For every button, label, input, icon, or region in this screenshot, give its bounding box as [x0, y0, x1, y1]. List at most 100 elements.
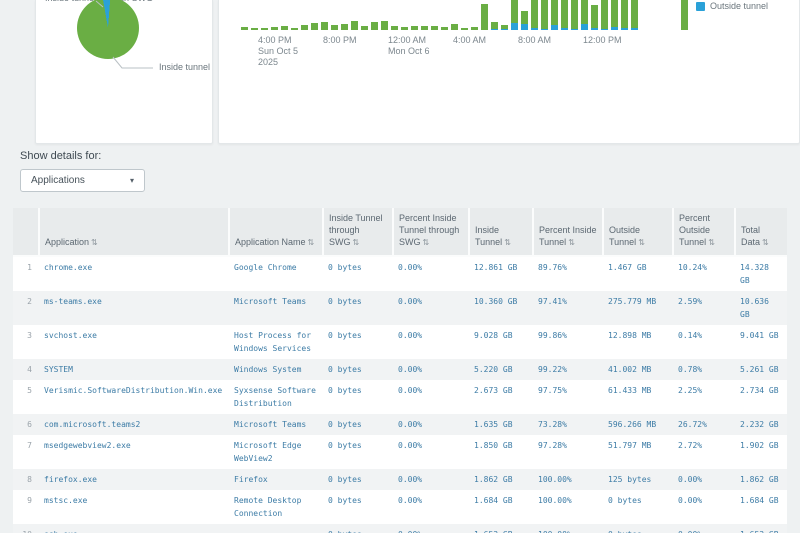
cell-total-data: 14.328 GB: [735, 256, 787, 291]
cell-inside-tunnel-through-swg: 0 bytes: [323, 524, 393, 533]
tunnel-pie-chart: [77, 0, 139, 59]
bar-segment-inside-tunnel: [531, 0, 538, 28]
bar-segment-outside-tunnel: [621, 28, 628, 30]
column-header-total-data[interactable]: Total Data ⇅: [735, 208, 787, 257]
bar-segment-outside-tunnel: [511, 23, 518, 30]
sort-icon: ⇅: [91, 238, 98, 247]
x-axis-tick-label: 4:00 AM: [453, 35, 487, 45]
bar-segment-inside-tunnel: [371, 22, 378, 30]
legend-label: Outside tunnel: [710, 1, 769, 11]
bar-segment-outside-tunnel: [601, 29, 608, 30]
bar-segment-inside-tunnel: [551, 0, 558, 25]
sort-icon: ⇅: [638, 238, 645, 247]
bar-segment-inside-tunnel: [331, 25, 338, 30]
cell-application-name: Microsoft Teams: [229, 291, 323, 325]
sort-icon: ⇅: [708, 238, 715, 247]
dashboard-page: Inside tunnel through SWG Inside tunnel …: [0, 0, 800, 533]
table-row: 6 com.microsoft.teams2 Microsoft Teams 0 by…: [13, 414, 787, 435]
sort-icon: ⇅: [504, 238, 511, 247]
pie-label-inside-tunnel: Inside tunnel: [159, 62, 211, 72]
cell-percent-inside-tunnel-through-swg: 0.00%: [393, 524, 469, 533]
bar-segment-inside-tunnel: [351, 21, 358, 30]
cell-inside-tunnel: 12.861 GB: [469, 256, 533, 291]
bar-segment-outside-tunnel: [631, 28, 638, 30]
bar-segment-inside-tunnel: [261, 28, 268, 30]
bar-segment-outside-tunnel: [491, 29, 498, 30]
cell-inside-tunnel: 1.850 GB: [469, 435, 533, 469]
cell-percent-inside-tunnel-through-swg: 0.00%: [393, 414, 469, 435]
cell-inside-tunnel-through-swg: 0 bytes: [323, 490, 393, 524]
cell-application-name: Firefox: [229, 469, 323, 490]
cell-inside-tunnel: 9.028 GB: [469, 325, 533, 359]
legend-swatch-blue: [696, 1, 705, 11]
sort-icon: ⇅: [307, 238, 315, 247]
cell-percent-inside-tunnel: 99.22%: [533, 359, 603, 380]
bar-segment-inside-tunnel: [361, 26, 368, 30]
table-row: 5 Verismic.SoftwareDistribution.Win.exe Sy…: [13, 380, 787, 414]
row-number: 1: [13, 256, 39, 291]
bar-segment-outside-tunnel: [551, 25, 558, 30]
cell-percent-inside-tunnel: 99.86%: [533, 325, 603, 359]
show-details-dropdown[interactable]: Applications ▾: [20, 169, 145, 192]
cell-application: Verismic.SoftwareDistribution.Win.exe: [39, 380, 229, 414]
cell-percent-inside-tunnel: 97.41%: [533, 291, 603, 325]
bar-segment-inside-tunnel: [381, 21, 388, 30]
cell-inside-tunnel-through-swg: 0 bytes: [323, 325, 393, 359]
cell-inside-tunnel: 1.635 GB: [469, 414, 533, 435]
table-row: 10ssh.exe0 bytes0.00%1.653 GB100.00%0 by…: [13, 524, 787, 533]
column-header-application[interactable]: Application ⇅: [39, 208, 230, 257]
cell-inside-tunnel: 1.684 GB: [469, 490, 533, 524]
column-header-application-name[interactable]: Application Name ⇅: [229, 208, 324, 257]
column-header-inside-tunnel-through-swg[interactable]: Inside Tunnel through SWG ⇅: [323, 208, 394, 257]
bar-chart-panel: 4:00 PM Sun Oct 5 2025 8:00 PM 12:00 AM Mon O…: [218, 0, 800, 144]
cell-total-data: 1.902 GB: [735, 435, 787, 469]
column-header-percent-outside-tunnel[interactable]: Percent Outside Tunnel ⇅: [673, 208, 736, 257]
column-header-percent-inside-tunnel-through-swg[interactable]: Percent Inside Tunnel through SWG ⇅: [393, 208, 470, 257]
column-header-outside-tunnel[interactable]: Outside Tunnel ⇅: [603, 208, 674, 257]
cell-application: svchost.exe: [39, 325, 229, 359]
cell-total-data: 5.261 GB: [735, 359, 787, 380]
cell-total-data: 2.734 GB: [735, 380, 787, 414]
cell-outside-tunnel: 12.898 MB: [603, 325, 673, 359]
row-number: 6: [13, 414, 39, 435]
cell-application: com.microsoft.teams2: [39, 414, 229, 435]
bar-segment-outside-tunnel: [571, 29, 578, 30]
cell-application-name: Microsoft Teams: [229, 414, 323, 435]
cell-percent-outside-tunnel: 2.72%: [673, 435, 735, 469]
show-details-for-label: Show details for:: [20, 150, 102, 162]
bar-segment-inside-tunnel: [621, 0, 628, 28]
legend-outside-tunnel: Outside tunnel: [696, 1, 768, 11]
bar-segment-inside-tunnel: [461, 28, 468, 30]
bar-segment-inside-tunnel: [541, 0, 548, 29]
cell-inside-tunnel: 10.360 GB: [469, 291, 533, 325]
cell-percent-inside-tunnel: 97.75%: [533, 380, 603, 414]
row-number: 5: [13, 380, 39, 414]
cell-application: SYSTEM: [39, 359, 229, 380]
cell-inside-tunnel-through-swg: 0 bytes: [323, 380, 393, 414]
cell-percent-inside-tunnel-through-swg: 0.00%: [393, 359, 469, 380]
pie-chart-panel: Inside tunnel through SWG Inside tunnel: [35, 0, 213, 144]
cell-application: ssh.exe: [39, 524, 229, 533]
cell-percent-inside-tunnel-through-swg: 0.00%: [393, 380, 469, 414]
sort-icon: ⇅: [762, 238, 769, 247]
row-number: 10: [13, 524, 39, 533]
cell-percent-inside-tunnel-through-swg: 0.00%: [393, 325, 469, 359]
bar-segment-inside-tunnel: [501, 25, 508, 29]
table-row: 2 ms-teams.exe Microsoft Teams 0 bytes 0.00%…: [13, 291, 787, 325]
cell-total-data: 2.232 GB: [735, 414, 787, 435]
cell-inside-tunnel-through-swg: 0 bytes: [323, 256, 393, 291]
cell-percent-outside-tunnel: 0.78%: [673, 359, 735, 380]
column-header-percent-inside-tunnel[interactable]: Percent Inside Tunnel ⇅: [533, 208, 604, 257]
bar-segment-inside-tunnel: [591, 5, 598, 28]
cell-application-name: Syxsense Software Distribution: [229, 380, 323, 414]
column-header-inside-tunnel[interactable]: Inside Tunnel ⇅: [469, 208, 534, 257]
cell-application: mstsc.exe: [39, 490, 229, 524]
cell-inside-tunnel: 1.862 GB: [469, 469, 533, 490]
cell-application-name: Remote Desktop Connection: [229, 490, 323, 524]
bar-segment-inside-tunnel: [571, 0, 578, 29]
cell-application-name: Windows System: [229, 359, 323, 380]
cell-outside-tunnel: 0 bytes: [603, 524, 673, 533]
cell-inside-tunnel-through-swg: 0 bytes: [323, 291, 393, 325]
applications-table: Application ⇅ Application Name ⇅ Inside Tunn…: [13, 208, 787, 533]
cell-application: chrome.exe: [39, 256, 229, 291]
